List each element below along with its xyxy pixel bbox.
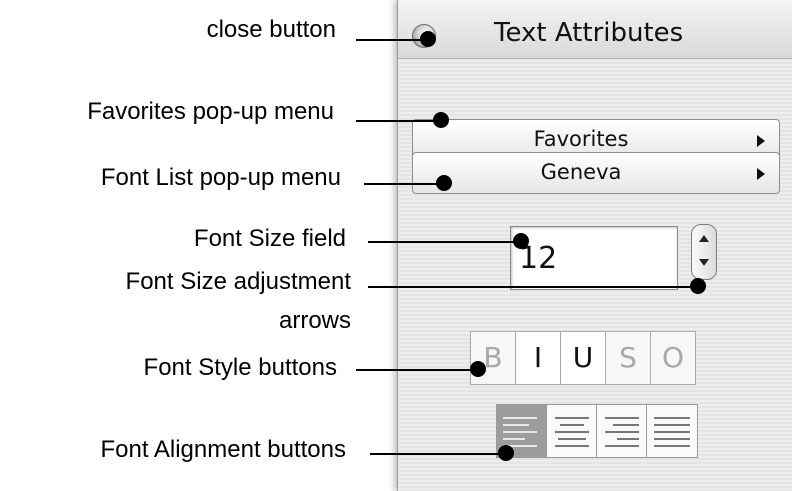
align-line xyxy=(613,424,639,426)
align-line xyxy=(654,445,690,447)
align-line xyxy=(560,424,584,426)
leader-dot-styles xyxy=(470,361,486,377)
font-alignment-buttons xyxy=(496,404,698,458)
align-center-button[interactable] xyxy=(547,405,597,457)
leader-dot-font-size xyxy=(513,233,529,249)
align-line xyxy=(558,438,586,440)
strikethrough-button[interactable]: S xyxy=(606,332,651,384)
leader-dot-adjust xyxy=(690,278,706,294)
leader-dot-close xyxy=(420,31,436,47)
align-line xyxy=(503,417,537,419)
leader-line-close xyxy=(356,39,428,41)
align-right-button[interactable] xyxy=(597,405,647,457)
align-line xyxy=(605,431,639,433)
align-line xyxy=(605,417,639,419)
leader-dot-favorites xyxy=(433,112,449,128)
align-line xyxy=(503,431,537,433)
callout-font-size-field: Font Size field xyxy=(193,225,346,252)
align-justify-button[interactable] xyxy=(647,405,697,457)
callout-close-button: close button xyxy=(206,16,336,43)
align-line xyxy=(654,431,690,433)
palette-title: Text Attributes xyxy=(494,18,684,48)
align-line xyxy=(654,417,690,419)
align-line xyxy=(555,431,589,433)
leader-line-favorites xyxy=(356,120,441,122)
leader-line-alignment xyxy=(370,453,506,455)
align-line xyxy=(503,438,525,440)
font-style-buttons: B I U S O xyxy=(470,331,696,385)
align-line xyxy=(654,438,690,440)
arrow-up-icon[interactable] xyxy=(699,235,709,242)
outline-button[interactable]: O xyxy=(651,332,695,384)
leader-dot-font-list xyxy=(436,175,452,191)
align-line xyxy=(555,445,589,447)
leader-line-font-size xyxy=(368,241,521,243)
callout-font-list-menu: Font List pop-up menu xyxy=(100,164,341,191)
align-line xyxy=(503,424,529,426)
font-list-popup-menu[interactable]: Geneva xyxy=(412,152,780,194)
align-line xyxy=(617,438,639,440)
leader-line-font-list xyxy=(364,183,444,185)
callout-favorites-menu: Favorites pop-up menu xyxy=(87,98,334,125)
font-list-popup-label: Geneva xyxy=(540,160,622,184)
font-size-stepper[interactable] xyxy=(691,224,717,280)
callout-font-style-buttons: Font Style buttons xyxy=(143,354,337,381)
align-line xyxy=(605,445,639,447)
popup-arrow-icon xyxy=(757,168,765,180)
italic-button[interactable]: I xyxy=(516,332,561,384)
callout-font-size-arrows-line2: arrows xyxy=(278,307,351,334)
popup-arrow-icon xyxy=(757,135,765,147)
align-line xyxy=(555,417,589,419)
underline-button[interactable]: U xyxy=(561,332,606,384)
text-attributes-palette: Text Attributes Favorites Geneva 12 B I … xyxy=(397,0,792,491)
leader-line-styles xyxy=(356,369,478,371)
font-size-field[interactable]: 12 xyxy=(510,226,678,290)
favorites-popup-label: Favorites xyxy=(533,127,629,151)
arrow-down-icon[interactable] xyxy=(699,259,709,266)
leader-dot-alignment xyxy=(498,445,514,461)
callout-font-size-arrows-line1: Font Size adjustment xyxy=(125,268,351,295)
callout-font-alignment-buttons: Font Alignment buttons xyxy=(100,436,346,463)
align-line xyxy=(654,424,690,426)
title-bar: Text Attributes xyxy=(398,0,792,59)
leader-line-adjust xyxy=(368,286,698,288)
